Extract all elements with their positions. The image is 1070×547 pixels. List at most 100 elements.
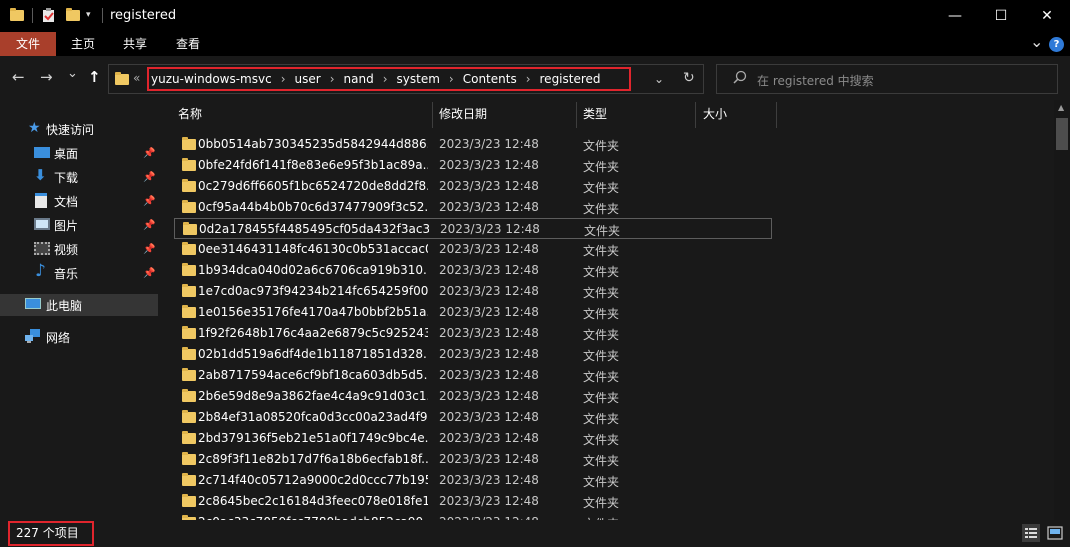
breadcrumb-contents[interactable]: Contents xyxy=(463,72,517,86)
column-size[interactable]: 大小 xyxy=(703,100,727,128)
sidebar-item-network[interactable]: 网络 xyxy=(0,326,158,348)
large-icons-view-icon[interactable] xyxy=(1046,524,1064,542)
table-row[interactable]: 2c714f40c05712a9000c2d0ccc77b195... 2023/… xyxy=(174,470,772,491)
expand-ribbon-icon[interactable]: ⌄ xyxy=(1030,32,1043,51)
vertical-scrollbar[interactable]: ▲ xyxy=(1054,100,1070,520)
breadcrumb-registered[interactable]: registered xyxy=(540,72,601,86)
new-folder-icon[interactable] xyxy=(66,8,80,21)
file-date: 2023/3/23 12:48 xyxy=(439,263,539,277)
column-type[interactable]: 类型 xyxy=(583,100,607,128)
pin-icon: 📌 xyxy=(143,171,156,183)
file-date: 2023/3/23 12:48 xyxy=(439,242,539,256)
pin-icon: 📌 xyxy=(143,147,156,159)
customize-quick-access-icon[interactable]: ▾ xyxy=(86,10,100,24)
file-date: 2023/3/23 12:48 xyxy=(439,410,539,424)
file-type: 文件夹 xyxy=(583,391,620,405)
table-row[interactable]: 2ab8717594ace6cf9bf18ca603db5d5... 2023/3… xyxy=(174,365,772,386)
column-name[interactable]: 名称 xyxy=(178,100,202,128)
maximize-button[interactable]: ☐ xyxy=(978,0,1024,32)
sidebar-item-pictures[interactable]: 图片 📌 xyxy=(0,214,158,236)
scroll-up-icon[interactable]: ▲ xyxy=(1058,103,1064,112)
document-icon xyxy=(35,193,47,208)
table-row[interactable]: 0d2a178455f4485495cf05da432f3ac3... 2023/… xyxy=(174,218,772,239)
breadcrumb-separator-icon[interactable]: › xyxy=(526,72,531,86)
table-row[interactable]: 1f92f2648b176c4aa2e6879c5c925243... 2023/… xyxy=(174,323,772,344)
refresh-icon[interactable]: ↻ xyxy=(683,70,695,86)
overflow-chevron-icon[interactable]: « xyxy=(133,71,140,85)
minimize-button[interactable]: — xyxy=(932,0,978,32)
breadcrumb-separator-icon[interactable]: › xyxy=(383,72,388,86)
table-row[interactable]: 0bb0514ab730345235d5842944d886... 2023/3/… xyxy=(174,134,772,155)
details-view-icon[interactable] xyxy=(1022,524,1040,542)
tab-file[interactable]: 文件 xyxy=(0,32,56,56)
table-row[interactable]: 2b6e59d8e9a3862fae4c4a9c91d03c1... 2023/3… xyxy=(174,386,772,407)
breadcrumb-separator-icon[interactable]: › xyxy=(449,72,454,86)
tab-view[interactable]: 查看 xyxy=(165,32,211,56)
column-divider[interactable] xyxy=(576,102,577,128)
table-row[interactable]: 2bd379136f5eb21e51a0f1749c9bc4e... 2023/3… xyxy=(174,428,772,449)
column-divider[interactable] xyxy=(776,102,777,128)
file-type: 文件夹 xyxy=(583,265,620,279)
table-row[interactable]: 0bfe24fd6f141f8e83e6e95f3b1ac89a... 2023/… xyxy=(174,155,772,176)
tab-share[interactable]: 共享 xyxy=(112,32,158,56)
column-divider[interactable] xyxy=(432,102,433,128)
folder-icon xyxy=(182,473,196,486)
sidebar-item-label: 视频 xyxy=(54,242,79,257)
breadcrumb-yuzu-windows-msvc[interactable]: yuzu-windows-msvc xyxy=(151,72,272,86)
up-button[interactable]: ↑ xyxy=(88,68,101,86)
status-bar: 227 个项目 xyxy=(0,520,1070,547)
forward-button[interactable]: → xyxy=(40,68,53,86)
properties-icon[interactable] xyxy=(42,8,56,22)
sidebar-item-label: 下载 xyxy=(54,170,79,185)
table-row[interactable]: 1b934dca040d02a6c6706ca919b310... 2023/3/… xyxy=(174,260,772,281)
close-button[interactable]: ✕ xyxy=(1024,0,1070,32)
column-header: ^ 名称 修改日期 类型 大小 xyxy=(158,100,1054,128)
file-name: 1b934dca040d02a6c6706ca919b310... xyxy=(198,263,428,277)
address-bar[interactable]: « yuzu-windows-msvc › user › nand › syst… xyxy=(108,64,704,94)
sidebar-item-documents[interactable]: 文档 📌 xyxy=(0,190,158,212)
breadcrumb-separator-icon[interactable]: › xyxy=(281,72,286,86)
file-name: 2c89f3f11e82b17d7f6a18b6ecfab18f... xyxy=(198,452,428,466)
scrollbar-thumb[interactable] xyxy=(1056,118,1068,150)
help-icon[interactable]: ? xyxy=(1049,37,1064,52)
table-row[interactable]: 0cf95a44b4b0b70c6d37477909f3c52... 2023/3… xyxy=(174,197,772,218)
column-divider[interactable] xyxy=(695,102,696,128)
breadcrumb-system[interactable]: system xyxy=(397,72,440,86)
table-row[interactable]: 1e7cd0ac973f94234b214fc654259f00... 2023/… xyxy=(174,281,772,302)
column-date-modified[interactable]: 修改日期 xyxy=(439,100,487,128)
table-row[interactable]: 02b1dd519a6df4de1b11871851d328... 2023/3/… xyxy=(174,344,772,365)
table-row[interactable]: 2c89f3f11e82b17d7f6a18b6ecfab18f... 2023/… xyxy=(174,449,772,470)
file-name: 0bb0514ab730345235d5842944d886... xyxy=(198,137,428,151)
breadcrumb-nand[interactable]: nand xyxy=(344,72,374,86)
separator xyxy=(32,8,33,23)
table-row[interactable]: 0c279d6ff6605f1bc6524720de8dd2f8... 2023/… xyxy=(174,176,772,197)
file-type: 文件夹 xyxy=(583,412,620,426)
table-row[interactable]: 0ee3146431148fc46130c0b531accac0... 2023/… xyxy=(174,239,772,260)
folder-icon xyxy=(182,305,196,318)
sidebar-item-quick-access[interactable]: ★ 快速访问 xyxy=(0,118,158,140)
file-type: 文件夹 xyxy=(583,286,620,300)
sidebar-item-downloads[interactable]: ⬇ 下载 📌 xyxy=(0,166,158,188)
folder-icon xyxy=(115,72,129,85)
sidebar-item-desktop[interactable]: 桌面 📌 xyxy=(0,142,158,164)
folder-icon xyxy=(182,158,196,171)
file-date: 2023/3/23 12:48 xyxy=(439,305,539,319)
back-button[interactable]: ← xyxy=(12,68,25,86)
breadcrumb-separator-icon[interactable]: › xyxy=(330,72,335,86)
table-row[interactable]: 2c8645bec2c16184d3feec078e018fe1... 2023/… xyxy=(174,491,772,512)
recent-locations-button[interactable]: ⌄ xyxy=(67,66,78,81)
file-date: 2023/3/23 12:48 xyxy=(439,200,539,214)
breadcrumb-user[interactable]: user xyxy=(295,72,321,86)
sidebar-item-music[interactable]: ♪ 音乐 📌 xyxy=(0,262,158,284)
folder-icon xyxy=(182,368,196,381)
table-row[interactable]: 2c0ac33c7059fcc7780badcb852ca90...2023/3… xyxy=(174,512,772,520)
sidebar-item-this-pc[interactable]: 此电脑 xyxy=(0,294,158,316)
table-row[interactable]: 1e0156e35176fe4170a47b0bbf2b51a... 2023/3… xyxy=(174,302,772,323)
file-name: 0cf95a44b4b0b70c6d37477909f3c52... xyxy=(198,200,428,214)
search-input[interactable]: 在 registered 中搜索 xyxy=(757,72,874,89)
table-row[interactable]: 2b84ef31a08520fca0d3cc00a23ad4f9... 2023/… xyxy=(174,407,772,428)
address-dropdown-icon[interactable]: ⌄ xyxy=(654,72,664,86)
search-box[interactable]: 在 registered 中搜索 xyxy=(716,64,1058,94)
tab-home[interactable]: 主页 xyxy=(60,32,106,56)
sidebar-item-videos[interactable]: 视频 📌 xyxy=(0,238,158,260)
